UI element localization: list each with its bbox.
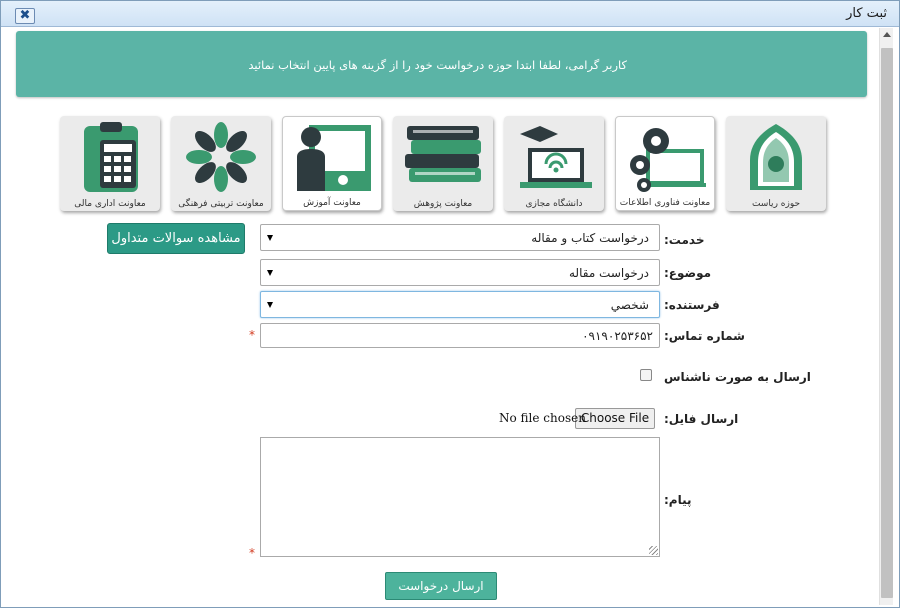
dropdown-arrow-icon <box>267 270 273 276</box>
tile-admin-finance[interactable]: معاونت اداری مالی <box>60 116 160 211</box>
tile-research[interactable]: معاونت پژوهش <box>393 116 493 211</box>
calculator-icon <box>84 122 138 192</box>
tile-label: معاونت پژوهش <box>413 199 473 209</box>
resize-handle-icon[interactable] <box>649 546 658 555</box>
phone-value: ۰۹۱۹۰۲۵۳۶۵۲ <box>582 329 653 343</box>
anonymous-checkbox[interactable] <box>640 369 652 381</box>
service-select[interactable]: درخواست کتاب و مقاله <box>260 224 660 251</box>
tile-cultural[interactable]: معاونت تربیتی فرهنگی <box>171 116 271 211</box>
scroll-up-icon[interactable] <box>883 32 891 37</box>
dialog-window: ثبت کار ✖ کاربر گرامی، لطفا ابتدا حوزه د… <box>0 0 900 608</box>
faq-button[interactable]: مشاهده سوالات متداول <box>107 223 245 254</box>
tile-label: معاونت تربیتی فرهنگی <box>178 199 264 209</box>
message-label: پیام: <box>664 493 692 507</box>
phone-label: شماره تماس: <box>664 329 745 343</box>
subject-label: موضوع: <box>664 266 712 280</box>
window-title: ثبت کار <box>846 6 887 21</box>
sender-select[interactable]: شخصي <box>260 291 660 318</box>
service-value: درخواست کتاب و مقاله <box>531 231 649 245</box>
tile-label: معاونت فناوری اطلاعات <box>619 198 711 208</box>
tile-label: معاونت اداری مالی <box>74 199 146 209</box>
phone-required-mark: * <box>249 328 255 342</box>
person-money-icon <box>297 125 371 191</box>
subject-select[interactable]: درخواست مقاله <box>260 259 660 286</box>
message-textarea[interactable] <box>260 437 660 557</box>
tile-education[interactable]: معاونت آموزش <box>282 116 382 211</box>
tile-label: دانشگاه مجازی <box>525 199 583 209</box>
scroll-thumb[interactable] <box>881 48 893 598</box>
tile-virtual-university[interactable]: دانشگاه مجازی <box>504 116 604 211</box>
anonymous-label: ارسال به صورت ناشناس <box>664 370 811 384</box>
sender-label: فرستنده: <box>664 298 720 312</box>
vertical-scrollbar[interactable] <box>879 28 893 605</box>
dialog-content: کاربر گرامی، لطفا ابتدا حوزه درخواست خود… <box>7 28 877 605</box>
gears-monitor-icon <box>630 128 706 192</box>
tile-label: حوزه ریاست <box>751 199 801 209</box>
message-required-mark: * <box>249 546 255 560</box>
title-bar: ثبت کار ✖ <box>1 1 899 27</box>
tile-presidency[interactable]: حوزه ریاست <box>726 116 826 211</box>
department-tiles: حوزه ریاست معاونت فناوری اطلاعات دانشگاه… <box>56 116 831 212</box>
laptop-graduation-icon <box>520 126 592 188</box>
close-button[interactable]: ✖ <box>15 8 35 24</box>
ornament-icon <box>186 122 256 192</box>
dropdown-arrow-icon <box>267 235 273 241</box>
tile-it[interactable]: معاونت فناوری اطلاعات <box>615 116 715 211</box>
mosque-icon <box>750 124 802 190</box>
banner-text: کاربر گرامی، لطفا ابتدا حوزه درخواست خود… <box>248 58 627 72</box>
file-label: ارسال فایل: <box>664 412 739 426</box>
books-icon <box>405 126 481 182</box>
dropdown-arrow-icon <box>267 302 273 308</box>
subject-value: درخواست مقاله <box>569 266 649 280</box>
choose-file-button[interactable]: Choose File <box>575 408 655 429</box>
sender-value: شخصي <box>610 298 649 312</box>
file-status: No file chosen <box>499 411 586 425</box>
tile-label: معاونت آموزش <box>303 198 361 208</box>
submit-button[interactable]: ارسال درخواست <box>385 572 497 600</box>
service-label: خدمت: <box>664 233 705 247</box>
phone-input[interactable]: ۰۹۱۹۰۲۵۳۶۵۲ <box>260 323 660 348</box>
info-banner: کاربر گرامی، لطفا ابتدا حوزه درخواست خود… <box>16 31 867 97</box>
